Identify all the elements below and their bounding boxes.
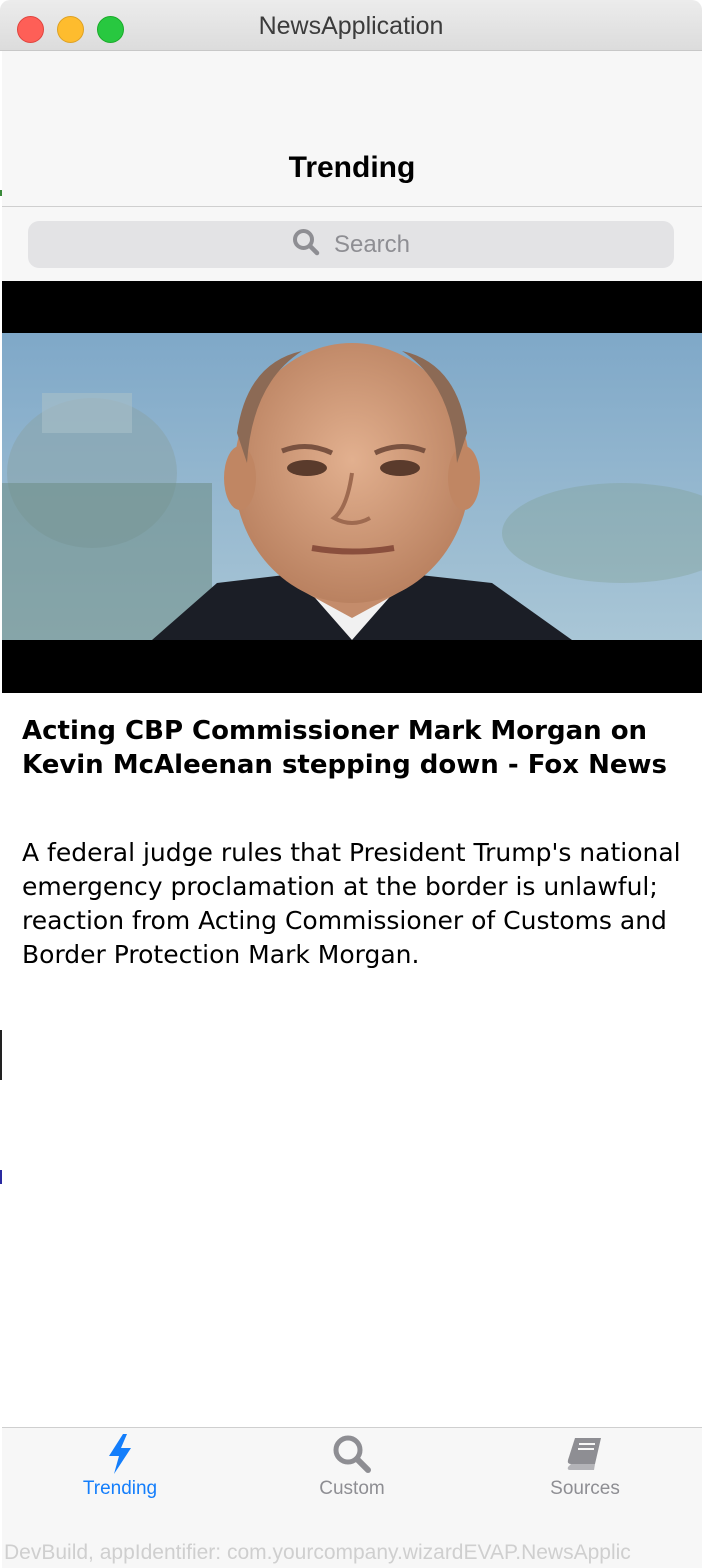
search-input[interactable]: Search bbox=[28, 221, 674, 268]
title-bar: NewsApplication bbox=[0, 0, 702, 51]
page-title: Trending bbox=[288, 151, 416, 184]
tab-custom[interactable]: Custom bbox=[272, 1428, 432, 1508]
search-placeholder: Search bbox=[333, 230, 411, 258]
article-description: A federal judge rules that President Tru… bbox=[22, 838, 681, 969]
navigation-bar: Trending bbox=[2, 51, 702, 207]
search-icon bbox=[292, 228, 320, 261]
app-window: NewsApplication Trending Search Acting C… bbox=[0, 0, 702, 1568]
article-title[interactable]: Acting CBP Commissioner Mark Morgan on K… bbox=[22, 714, 682, 782]
search-bar-container: Search bbox=[2, 207, 702, 281]
search-icon bbox=[272, 1434, 432, 1476]
tab-sources-label: Sources bbox=[550, 1478, 620, 1499]
background-edge-artifact bbox=[0, 1170, 2, 1184]
background-edge-artifact bbox=[0, 1030, 2, 1080]
tab-sources[interactable]: Sources bbox=[505, 1428, 665, 1508]
tab-trending[interactable]: Trending bbox=[40, 1428, 200, 1508]
article-thumbnail[interactable] bbox=[2, 281, 702, 693]
book-icon bbox=[505, 1434, 665, 1476]
build-info-watermark: DevBuild, appIdentifier: com.yourcompany… bbox=[4, 1541, 631, 1564]
window-title: NewsApplication bbox=[258, 12, 444, 40]
article-photo bbox=[2, 333, 702, 640]
background-edge-artifact bbox=[0, 190, 2, 196]
bolt-icon bbox=[40, 1434, 200, 1476]
tab-trending-label: Trending bbox=[82, 1478, 158, 1499]
tab-custom-label: Custom bbox=[319, 1478, 385, 1499]
